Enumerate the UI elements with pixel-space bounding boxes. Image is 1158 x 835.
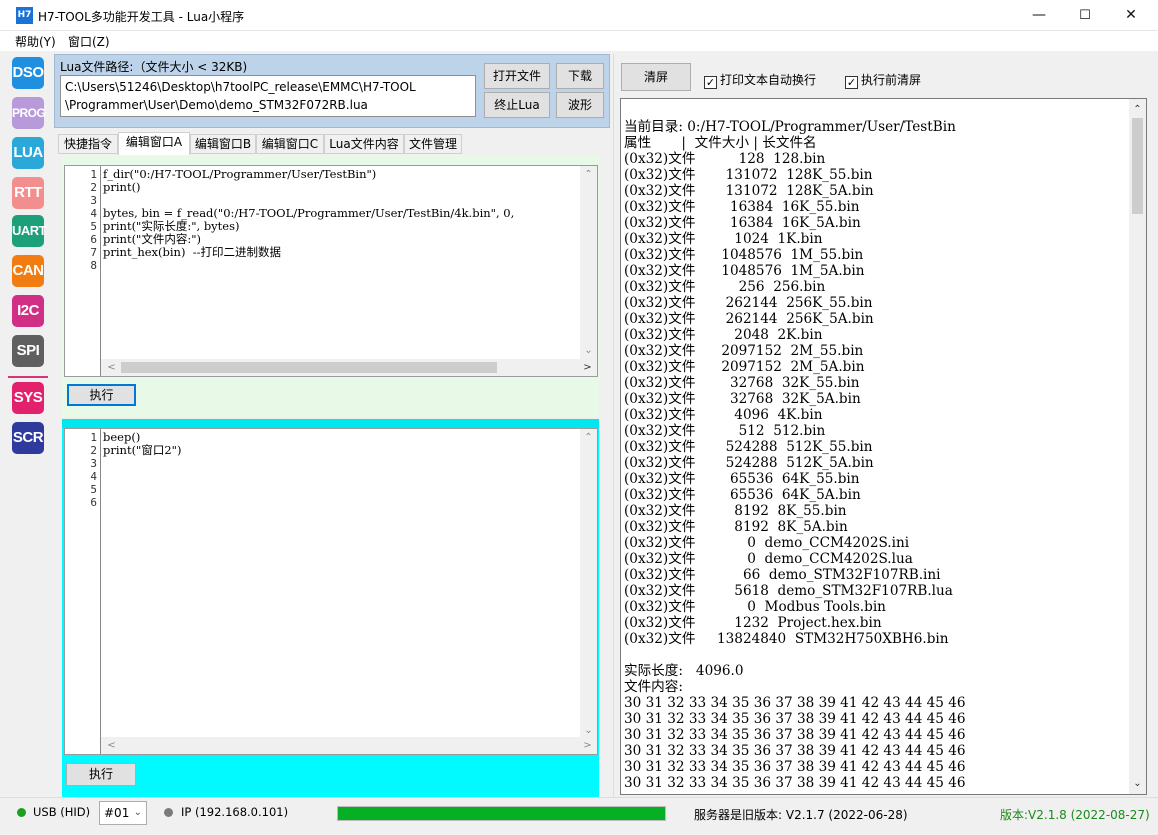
clear-before-run-checkbox[interactable]: ✓ 执行前清屏 [845, 71, 921, 89]
server-version-label: 服务器是旧版本: V2.1.7 (2022-06-28) [694, 808, 908, 822]
progress-fill [338, 807, 665, 820]
scroll-right-icon[interactable]: > [579, 737, 596, 754]
sidebar-rtt-button[interactable]: RTT [12, 177, 44, 209]
open-file-button[interactable]: 打开文件 [484, 63, 550, 89]
run-a-button[interactable]: 执行 [67, 384, 136, 406]
maximize-button[interactable]: ☐ [1062, 0, 1108, 31]
sidebar-prog-button[interactable]: PROG [12, 97, 46, 129]
sidebar-uart-button[interactable]: UART [12, 215, 47, 247]
editor-a-code[interactable]: f_dir("0:/H7-TOOL/Programmer/User/TestBi… [103, 168, 514, 259]
editor-a[interactable]: 1 2 3 4 5 6 7 8 f_dir("0:/H7-TOOL/Progra… [64, 165, 598, 377]
title-bar: H7 H7-TOOL多功能开发工具 - Lua小程序 — ☐ ✕ [0, 0, 1158, 31]
local-version-label: 版本:V2.1.8 (2022-08-27) [1000, 808, 1150, 822]
sidebar-i2c-button[interactable]: I2C [12, 295, 44, 327]
editor-a-line-numbers: 1 2 3 4 5 6 7 8 [65, 166, 101, 376]
download-button[interactable]: 下载 [556, 63, 604, 89]
menu-window[interactable]: 窗口(Z) [68, 33, 110, 50]
waveform-button[interactable]: 波形 [556, 92, 604, 118]
tab-editor-a[interactable]: 编辑窗口A [118, 132, 190, 155]
editor-a-horizontal-scrollbar[interactable]: < > [101, 359, 597, 376]
usb-status-icon [17, 808, 26, 817]
editor-divider[interactable] [62, 419, 599, 428]
check-icon[interactable]: ✓ [704, 76, 717, 89]
sidebar-separator [8, 376, 48, 378]
scroll-up-icon[interactable]: ⌃ [580, 429, 597, 446]
lua-path-line-2: \Programmer\User\Demo\demo_STM32F072RB.l… [65, 98, 368, 112]
close-button[interactable]: ✕ [1108, 0, 1154, 31]
output-vertical-scrollbar[interactable]: ⌃ ⌄ [1129, 99, 1146, 794]
scroll-thumb[interactable] [121, 362, 497, 373]
device-select-value: #01 [104, 806, 130, 820]
sidebar-scr-button[interactable]: SCR [12, 422, 44, 454]
tab-file-manager[interactable]: 文件管理 [404, 134, 462, 154]
editor-b-line-numbers: 1 2 3 4 5 6 [65, 429, 101, 754]
chevron-down-icon: ⌄ [133, 807, 142, 818]
clear-screen-button[interactable]: 清屏 [621, 63, 691, 91]
scroll-down-icon[interactable]: ⌄ [1129, 775, 1146, 792]
editor-b-panel: 1 2 3 4 5 6 beep() print("窗口2") ⌃ ⌄ < > … [62, 428, 599, 800]
editor-b-code[interactable]: beep() print("窗口2") [103, 431, 181, 457]
device-select[interactable]: #01 ⌄ [99, 801, 147, 825]
output-text: 当前目录: 0:/H7-TOOL/Programmer/User/TestBin… [624, 119, 966, 791]
sidebar-sys-button[interactable]: SYS [12, 382, 44, 414]
window-title: H7-TOOL多功能开发工具 - Lua小程序 [38, 10, 245, 24]
menu-bar: 帮助(Y) 窗口(Z) [0, 31, 1158, 51]
tab-editor-c[interactable]: 编辑窗口C [256, 134, 324, 154]
scroll-up-icon[interactable]: ⌃ [1129, 101, 1146, 118]
progress-bar [337, 806, 666, 821]
scroll-down-icon[interactable]: ⌄ [580, 342, 597, 359]
menu-help[interactable]: 帮助(Y) [15, 33, 56, 50]
minimize-button[interactable]: — [1016, 0, 1062, 31]
scroll-left-icon[interactable]: < [103, 737, 120, 754]
output-console[interactable]: 当前目录: 0:/H7-TOOL/Programmer/User/TestBin… [620, 98, 1147, 795]
scroll-up-icon[interactable]: ⌃ [580, 166, 597, 183]
ip-status-icon [164, 808, 173, 817]
editor-b[interactable]: 1 2 3 4 5 6 beep() print("窗口2") ⌃ ⌄ < > [64, 428, 598, 755]
scroll-thumb[interactable] [1132, 118, 1143, 214]
lua-path-line-1: C:\Users\51246\Desktop\h7toolPC_release\… [65, 80, 416, 94]
check-icon[interactable]: ✓ [845, 76, 858, 89]
tab-editor-b[interactable]: 编辑窗口B [190, 134, 256, 154]
tab-quick-commands[interactable]: 快捷指令 [58, 134, 118, 154]
sidebar-lua-button[interactable]: LUA [12, 137, 44, 169]
status-bar: USB (HID) #01 ⌄ IP (192.168.0.101) 服务器是旧… [0, 797, 1158, 835]
lua-path-label: Lua文件路径:（文件大小 < 32KB) [60, 60, 248, 74]
autowrap-checkbox[interactable]: ✓ 打印文本自动换行 [704, 71, 816, 89]
lua-path-field[interactable]: C:\Users\51246\Desktop\h7toolPC_release\… [60, 75, 476, 117]
sidebar-dso-button[interactable]: DSO [12, 57, 44, 89]
run-b-button[interactable]: 执行 [66, 763, 136, 786]
sidebar-can-button[interactable]: CAN [12, 255, 44, 287]
usb-status-label: USB (HID) [33, 805, 91, 819]
scroll-right-icon[interactable]: > [579, 359, 596, 376]
autowrap-label: 打印文本自动换行 [720, 73, 817, 87]
sidebar-spi-button[interactable]: SPI [12, 335, 44, 367]
clear-before-run-label: 执行前清屏 [861, 73, 922, 87]
scroll-left-icon[interactable]: < [103, 359, 120, 376]
ip-status-label: IP (192.168.0.101) [181, 805, 289, 819]
lua-file-panel: Lua文件路径:（文件大小 < 32KB) C:\Users\51246\Des… [54, 54, 610, 128]
editor-a-panel: 1 2 3 4 5 6 7 8 f_dir("0:/H7-TOOL/Progra… [62, 155, 599, 417]
sidebar: DSO PROG LUA RTT UART CAN I2C SPI SYS SC… [0, 51, 52, 797]
editor-a-vertical-scrollbar[interactable]: ⌃ ⌄ [580, 166, 597, 359]
tab-lua-file-content[interactable]: Lua文件内容 [324, 134, 404, 154]
editor-b-vertical-scrollbar[interactable]: ⌃ ⌄ [580, 429, 597, 739]
stop-lua-button[interactable]: 终止Lua [484, 92, 550, 118]
app-icon: H7 [16, 7, 33, 24]
editor-b-horizontal-scrollbar[interactable]: < > [101, 737, 597, 754]
